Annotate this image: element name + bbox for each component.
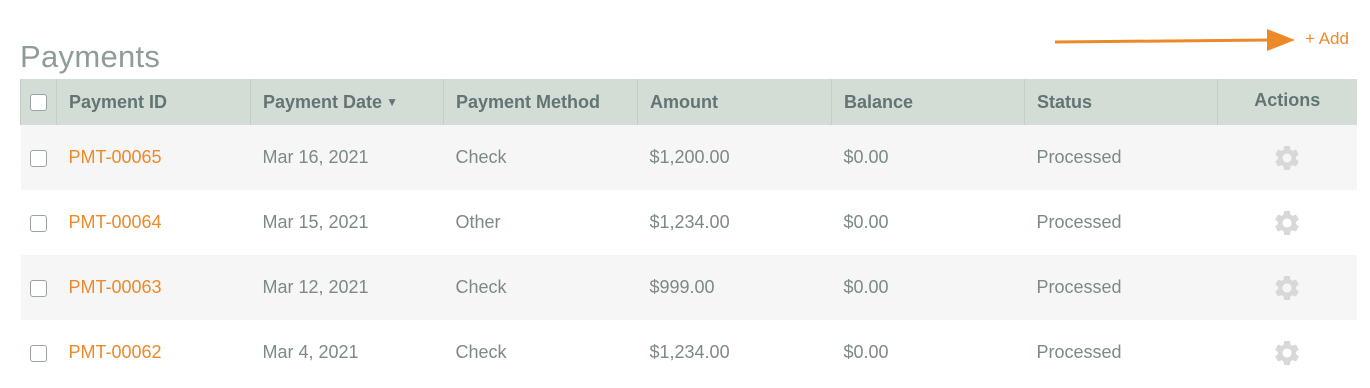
actions-cell bbox=[1218, 125, 1357, 190]
payment-id-link[interactable]: PMT-00063 bbox=[69, 277, 162, 297]
amount-cell: $1,234.00 bbox=[649, 212, 730, 232]
arrow-right-icon bbox=[1055, 29, 1295, 51]
add-payment-button[interactable]: + Add bbox=[1305, 29, 1349, 49]
row-checkbox[interactable] bbox=[30, 149, 47, 167]
row-select-cell bbox=[21, 255, 57, 320]
status-cell: Processed bbox=[1036, 342, 1122, 362]
actions-cell bbox=[1218, 190, 1357, 255]
payment-date-cell: Mar 12, 2021 bbox=[262, 277, 369, 297]
caret-down-icon: ▼ bbox=[386, 94, 398, 109]
gear-icon[interactable] bbox=[1272, 208, 1302, 238]
select-all-checkbox[interactable] bbox=[30, 94, 47, 112]
payment-id-cell: PMT-00062 bbox=[57, 320, 251, 385]
gear-icon[interactable] bbox=[1272, 338, 1302, 368]
column-header-balance[interactable]: Balance bbox=[831, 79, 1025, 125]
row-checkbox[interactable] bbox=[30, 279, 47, 297]
gear-icon[interactable] bbox=[1272, 143, 1302, 173]
table-row: PMT-00062 Mar 4, 2021 Check $1,234.00 $0.00 P… bbox=[20, 320, 1357, 385]
actions-cell bbox=[1218, 320, 1357, 385]
amount-cell: $999.00 bbox=[649, 277, 715, 297]
select-all-cell bbox=[20, 79, 57, 125]
row-checkbox[interactable] bbox=[30, 344, 47, 362]
payment-id-cell: PMT-00064 bbox=[57, 190, 251, 255]
table-row: PMT-00063 Mar 12, 2021 Check $999.00 $0.00 Pr… bbox=[20, 255, 1357, 320]
payment-method-cell: Other bbox=[455, 212, 501, 232]
row-select-cell bbox=[21, 320, 57, 385]
status-cell: Processed bbox=[1036, 147, 1122, 167]
payments-table: Payment ID Payment Date ▼ Payment Method … bbox=[20, 79, 1357, 385]
actions-cell bbox=[1218, 255, 1357, 320]
column-header-payment-method[interactable]: Payment Method bbox=[443, 79, 638, 125]
column-header-amount[interactable]: Amount bbox=[637, 79, 832, 125]
payment-date-cell: Mar 15, 2021 bbox=[262, 212, 369, 232]
payment-id-cell: PMT-00065 bbox=[57, 125, 251, 190]
table-row: PMT-00065 Mar 16, 2021 Check $1,200.00 $0.00… bbox=[20, 125, 1357, 190]
balance-cell: $0.00 bbox=[843, 212, 889, 232]
payment-date-cell: Mar 4, 2021 bbox=[262, 342, 359, 362]
payment-method-cell: Check bbox=[455, 277, 507, 297]
balance-cell: $0.00 bbox=[843, 147, 889, 167]
payment-method-cell: Check bbox=[455, 342, 507, 362]
column-header-payment-id[interactable]: Payment ID bbox=[56, 79, 251, 125]
payment-method-cell: Check bbox=[455, 147, 507, 167]
amount-cell: $1,200.00 bbox=[649, 147, 730, 167]
table-header-row: Payment ID Payment Date ▼ Payment Method … bbox=[20, 79, 1357, 125]
status-cell: Processed bbox=[1036, 212, 1122, 232]
balance-cell: $0.00 bbox=[843, 277, 889, 297]
page-title: Payments bbox=[20, 38, 161, 74]
column-header-status[interactable]: Status bbox=[1024, 79, 1218, 125]
table-row: PMT-00064 Mar 15, 2021 Other $1,234.00 $0.00… bbox=[20, 190, 1357, 255]
column-header-payment-date-label: Payment Date bbox=[263, 91, 383, 112]
balance-cell: $0.00 bbox=[843, 342, 889, 362]
status-cell: Processed bbox=[1036, 277, 1122, 297]
payment-id-link[interactable]: PMT-00065 bbox=[69, 147, 162, 167]
row-checkbox[interactable] bbox=[30, 214, 47, 232]
column-header-payment-date[interactable]: Payment Date ▼ bbox=[250, 79, 444, 125]
payment-date-cell: Mar 16, 2021 bbox=[262, 147, 369, 167]
column-header-actions: Actions bbox=[1217, 79, 1357, 125]
payment-id-cell: PMT-00063 bbox=[57, 255, 251, 320]
row-select-cell bbox=[21, 190, 57, 255]
payment-id-link[interactable]: PMT-00062 bbox=[69, 342, 162, 362]
gear-icon[interactable] bbox=[1272, 273, 1302, 303]
row-select-cell bbox=[21, 125, 57, 190]
amount-cell: $1,234.00 bbox=[649, 342, 730, 362]
payment-id-link[interactable]: PMT-00064 bbox=[69, 212, 162, 232]
